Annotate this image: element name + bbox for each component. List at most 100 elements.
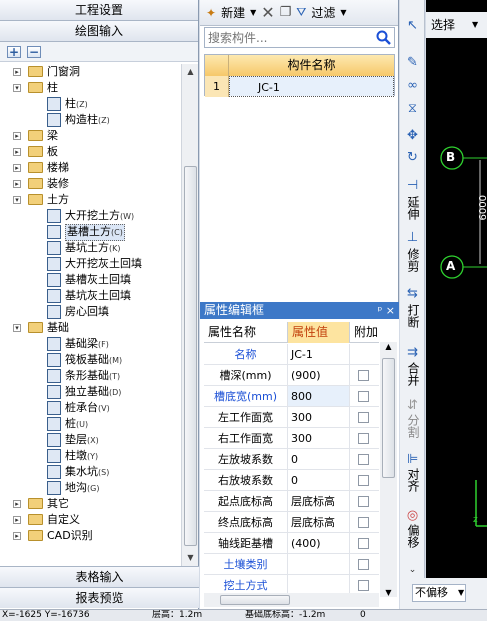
scroll-down-icon[interactable]: ▼ — [380, 588, 397, 597]
filter-icon[interactable]: ⛛ — [296, 5, 306, 20]
tree-item[interactable]: 柱(Z) — [0, 96, 181, 112]
tab-report-preview[interactable]: 报表预览 — [0, 587, 199, 608]
collapse-icon[interactable]: ▾ — [13, 196, 21, 204]
tree-item[interactable]: 基础梁(F) — [0, 336, 181, 352]
break-button[interactable]: 打断 — [404, 304, 422, 331]
checkbox[interactable] — [358, 391, 369, 402]
tree-item[interactable]: 条形基础(T) — [0, 368, 181, 384]
checkbox[interactable] — [358, 517, 369, 528]
collapse-all-button[interactable]: − — [27, 45, 41, 58]
property-value[interactable]: 层底标高 — [288, 491, 350, 511]
property-row[interactable]: 挖土方式 — [204, 575, 379, 594]
scroll-up-icon[interactable]: ▲ — [182, 64, 199, 80]
tab-project-settings[interactable]: 工程设置 — [0, 0, 198, 21]
tree-folder[interactable]: ▾ 柱 — [0, 80, 181, 96]
tree-item[interactable]: 地沟(G) — [0, 480, 181, 496]
tree-folder[interactable]: ▸ 板 — [0, 144, 181, 160]
scroll-up-icon[interactable]: ▲ — [380, 342, 397, 351]
tree-folder[interactable]: ▸ 其它 — [0, 496, 181, 512]
expand-icon[interactable]: ▸ — [13, 500, 21, 508]
tree-folder[interactable]: ▾ 土方 — [0, 192, 181, 208]
expand-all-button[interactable]: + — [7, 45, 21, 58]
scroll-thumb[interactable] — [184, 166, 197, 546]
tree-item[interactable]: 集水坑(S) — [0, 464, 181, 480]
property-value[interactable]: 0 — [288, 470, 350, 490]
property-row[interactable]: 右放坡系数 0 — [204, 470, 379, 491]
property-value[interactable]: (900) — [288, 365, 350, 385]
expand-icon[interactable]: ▸ — [13, 180, 21, 188]
expand-icon[interactable]: ▸ — [13, 132, 21, 140]
align-button[interactable]: 对齐 — [404, 468, 422, 495]
table-row[interactable]: 1 JC-1 — [205, 76, 394, 97]
property-row[interactable]: 名称 JC-1 — [204, 344, 379, 365]
tab-table-input[interactable]: 表格输入 — [0, 566, 199, 587]
property-value[interactable] — [288, 554, 350, 574]
tree-folder[interactable]: ▸ CAD识别 — [0, 528, 181, 544]
delete-icon[interactable]: ✕ — [261, 3, 274, 22]
extend-icon[interactable]: ⊣ — [405, 178, 420, 193]
checkbox[interactable] — [358, 559, 369, 570]
tab-drawing-input[interactable]: 绘图输入 — [0, 21, 198, 42]
scroll-thumb[interactable] — [382, 358, 395, 478]
pen-icon[interactable]: ✎ — [405, 55, 420, 70]
property-row[interactable]: 起点底标高 层底标高 — [204, 491, 379, 512]
property-row[interactable]: 左放坡系数 0 — [204, 449, 379, 470]
pin-close-icon[interactable]: ᵖ × — [378, 302, 395, 319]
chevron-down-icon[interactable]: ▼ — [340, 8, 346, 17]
tree-item[interactable]: 大开挖土方(W) — [0, 208, 181, 224]
offset-button[interactable]: 偏移 — [404, 524, 422, 551]
chevron-down-icon[interactable]: ▼ — [472, 20, 478, 29]
offset-icon[interactable]: ◎ — [405, 508, 420, 523]
chevron-down-icon[interactable]: ▼ — [458, 588, 464, 597]
tree-item[interactable]: 独立基础(D) — [0, 384, 181, 400]
tree-folder[interactable]: ▸ 装修 — [0, 176, 181, 192]
property-hscrollbar[interactable] — [204, 593, 379, 607]
search-input[interactable] — [205, 28, 373, 47]
tree-item[interactable]: 桩(U) — [0, 416, 181, 432]
property-row[interactable]: 土壤类别 — [204, 554, 379, 575]
tree-item[interactable]: 构造柱(Z) — [0, 112, 181, 128]
expand-icon[interactable]: ▸ — [13, 532, 21, 540]
cad-canvas[interactable]: B A 6000 z — [426, 0, 487, 609]
link-icon[interactable]: ∞ — [405, 78, 420, 93]
merge-icon[interactable]: ⇉ — [405, 345, 420, 360]
property-value[interactable]: 0 — [288, 449, 350, 469]
move-icon[interactable]: ✥ — [405, 128, 420, 143]
property-row[interactable]: 槽底宽(mm) 800 — [204, 386, 379, 407]
property-row[interactable]: 终点底标高 层底标高 — [204, 512, 379, 533]
extend-button[interactable]: 延伸 — [404, 196, 422, 223]
more-icon[interactable]: ⌄ — [405, 563, 420, 578]
property-row[interactable]: 左工作面宽 300 — [204, 407, 379, 428]
select-button[interactable]: 选择 — [431, 16, 455, 33]
expand-icon[interactable]: ▸ — [13, 148, 21, 156]
rotate-icon[interactable]: ↻ — [405, 150, 420, 165]
tree-item[interactable]: 基坑灰土回填 — [0, 288, 181, 304]
chevron-down-icon[interactable]: ▼ — [250, 8, 256, 17]
expand-icon[interactable]: ▸ — [13, 516, 21, 524]
checkbox[interactable] — [358, 412, 369, 423]
tree-folder[interactable]: ▸ 梁 — [0, 128, 181, 144]
merge-button[interactable]: 合并 — [404, 362, 422, 389]
property-value[interactable] — [288, 575, 350, 594]
tree-scrollbar[interactable]: ▲ ▼ — [181, 64, 198, 566]
tree-item[interactable]: 筏板基础(M) — [0, 352, 181, 368]
property-value[interactable]: 800 — [288, 386, 350, 406]
tree-item[interactable]: 桩承台(V) — [0, 400, 181, 416]
property-value[interactable]: 300 — [288, 428, 350, 448]
trim-button[interactable]: 修剪 — [404, 248, 422, 275]
checkbox[interactable] — [358, 454, 369, 465]
scroll-thumb[interactable] — [220, 595, 290, 605]
tree-item[interactable]: 大开挖灰土回填 — [0, 256, 181, 272]
split-button[interactable]: 分割 — [404, 414, 422, 441]
property-scrollbar[interactable]: ▲ ▼ — [380, 342, 397, 597]
tree-item[interactable]: 垫层(X) — [0, 432, 181, 448]
property-value[interactable]: (400) — [288, 533, 350, 553]
mirror-icon[interactable]: ⧖ — [405, 101, 420, 116]
split-icon[interactable]: ⇵ — [405, 398, 420, 413]
checkbox[interactable] — [358, 370, 369, 381]
checkbox[interactable] — [358, 580, 369, 591]
property-row[interactable]: 槽深(mm) (900) — [204, 365, 379, 386]
checkbox[interactable] — [358, 496, 369, 507]
checkbox[interactable] — [358, 475, 369, 486]
search-icon[interactable] — [376, 30, 391, 45]
